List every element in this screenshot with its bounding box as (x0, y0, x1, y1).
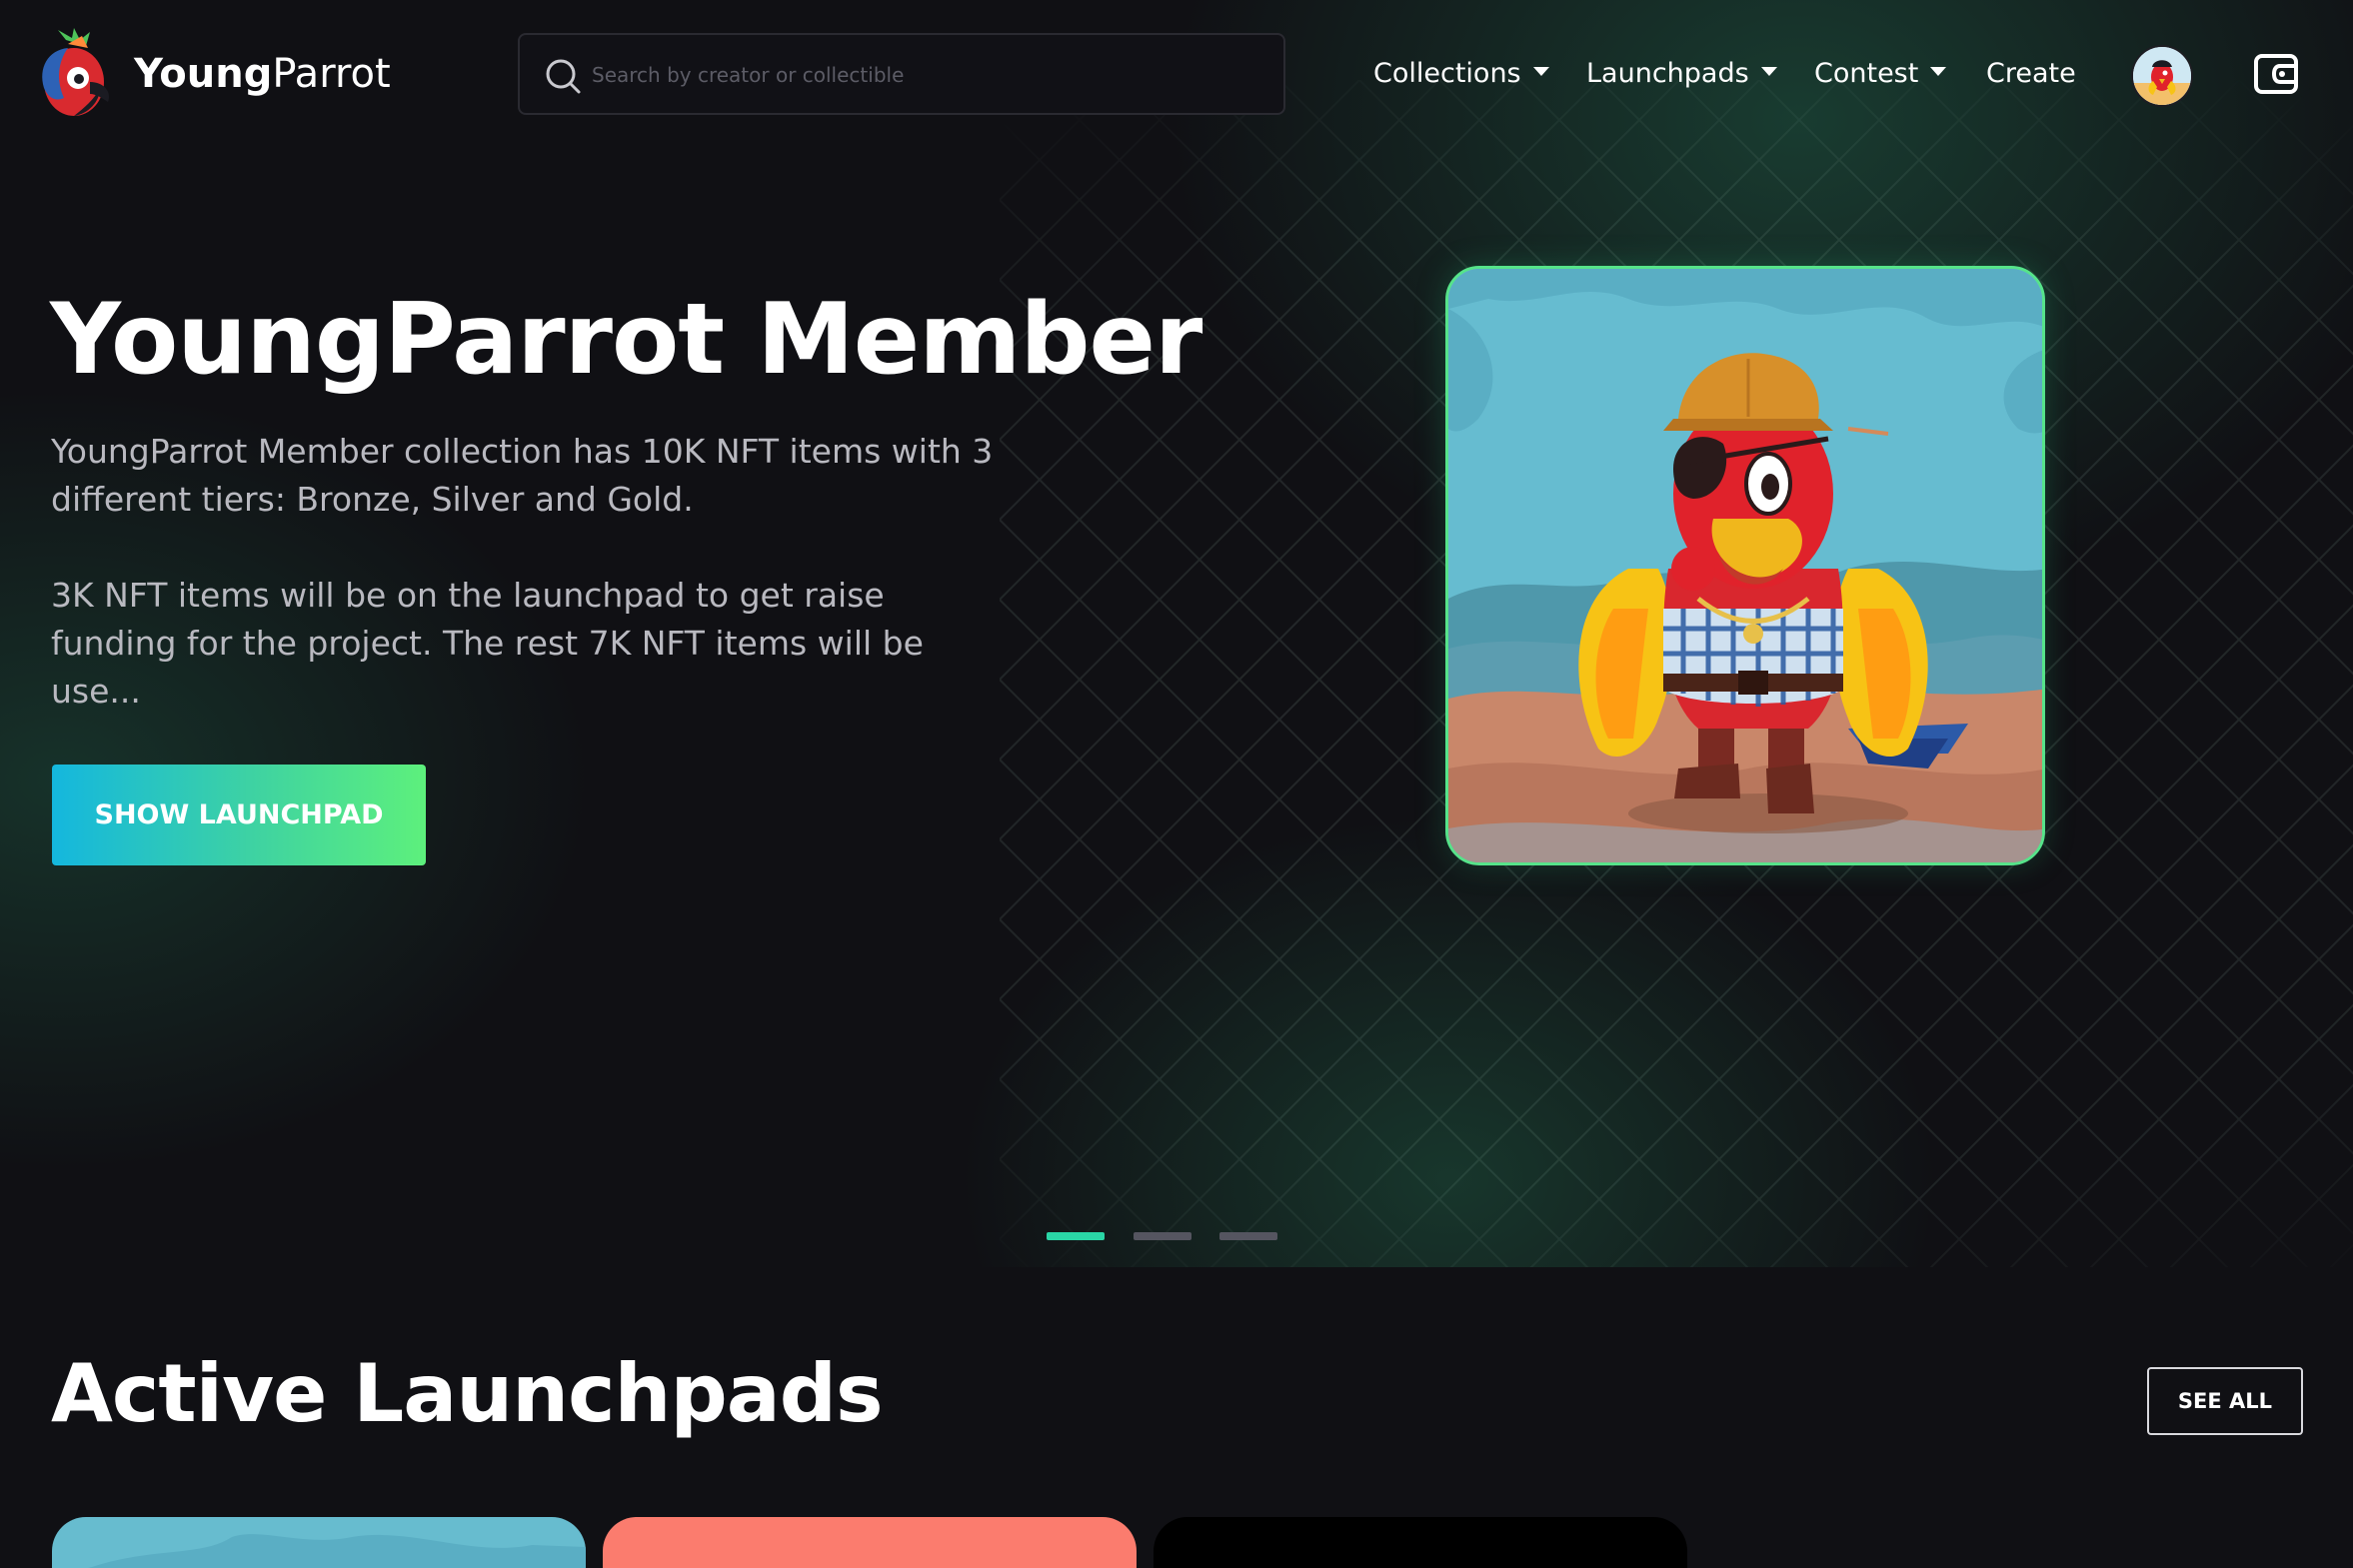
parrot-pirate-illustration (1448, 269, 2042, 862)
hero-banner: YoungParrot Member YoungParrot Member co… (0, 0, 2353, 1267)
nav-collections[interactable]: Collections (1373, 52, 1549, 96)
show-launchpad-button[interactable]: SHOW LAUNCHPAD (52, 765, 426, 865)
wallet-icon[interactable] (2252, 50, 2300, 98)
launchpad-card-1-image (88, 1534, 586, 1568)
caret-down-icon (1930, 67, 1947, 76)
search-bar (518, 33, 1285, 115)
nav-collections-label: Collections (1373, 58, 1521, 89)
brand-name-bold: Young (134, 51, 273, 97)
carousel-dot-3[interactable] (1219, 1232, 1277, 1240)
nav-contest-label: Contest (1814, 58, 1919, 89)
nav-create[interactable]: Create (1986, 52, 2076, 96)
parrot-logo-icon[interactable] (38, 28, 118, 122)
launchpad-card-1[interactable] (52, 1517, 586, 1568)
active-launchpads-title: Active Launchpads (51, 1347, 884, 1440)
caret-down-icon (1760, 67, 1777, 76)
search-icon (546, 59, 581, 94)
brand-name[interactable]: YoungParrot (134, 46, 391, 102)
hero-description-paragraph-2: 3K NFT items will be on the launchpad to… (51, 576, 924, 711)
carousel-dot-2[interactable] (1134, 1232, 1191, 1240)
search-input[interactable] (590, 49, 1253, 101)
hero-nft-image[interactable] (1445, 266, 2045, 865)
launchpad-card-2[interactable] (603, 1517, 1137, 1568)
carousel-indicators (0, 1232, 2353, 1240)
hero-description-paragraph-1: YoungParrot Member collection has 10K NF… (51, 432, 994, 519)
launchpad-card-3[interactable] (1154, 1517, 1687, 1568)
top-navigation-bar: YoungParrot Collections Launchpads Conte… (0, 0, 2353, 150)
hero-description: YoungParrot Member collection has 10K NF… (51, 428, 1011, 716)
nav-launchpads[interactable]: Launchpads (1586, 52, 1777, 96)
carousel-dot-1[interactable] (1047, 1232, 1105, 1240)
nav-create-label: Create (1986, 58, 2076, 89)
nav-launchpads-label: Launchpads (1586, 58, 1749, 89)
see-all-button[interactable]: SEE ALL (2147, 1367, 2303, 1435)
hero-title: YoungParrot Member (50, 283, 1202, 397)
user-avatar[interactable] (2131, 45, 2193, 107)
nav-contest[interactable]: Contest (1814, 52, 1947, 96)
page: YoungParrot Member YoungParrot Member co… (0, 0, 2353, 1568)
caret-down-icon (1532, 67, 1549, 76)
brand-name-regular: Parrot (272, 51, 391, 97)
